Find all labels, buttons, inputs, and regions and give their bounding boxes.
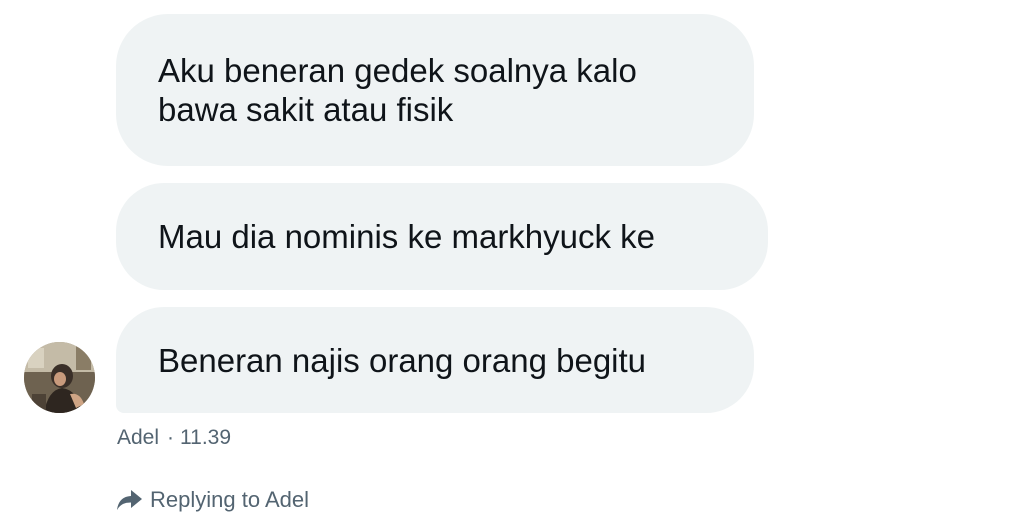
avatar-photo-icon [24,342,95,413]
message-text: Aku beneran gedek soalnya kalo bawa saki… [158,52,637,128]
message-bubble[interactable]: Beneran najis orang orang begitu [116,307,754,413]
message-text: Mau dia nominis ke markhyuck ke [158,218,656,255]
reply-arrow-icon [117,490,142,510]
replying-to-indicator[interactable]: Replying to Adel [116,485,309,515]
message-bubble[interactable]: Mau dia nominis ke markhyuck ke [116,183,768,290]
sender-name[interactable]: Adel [117,426,159,449]
separator: · [167,426,175,449]
message-bubble[interactable]: Aku beneran gedek soalnya kalo bawa saki… [116,14,754,166]
message-meta: Adel · 11.39 [117,425,231,451]
message-text: Beneran najis orang orang begitu [158,341,647,379]
avatar[interactable] [24,342,95,413]
timestamp: 11.39 [180,426,232,449]
replying-to-label: Replying to Adel [150,487,309,512]
